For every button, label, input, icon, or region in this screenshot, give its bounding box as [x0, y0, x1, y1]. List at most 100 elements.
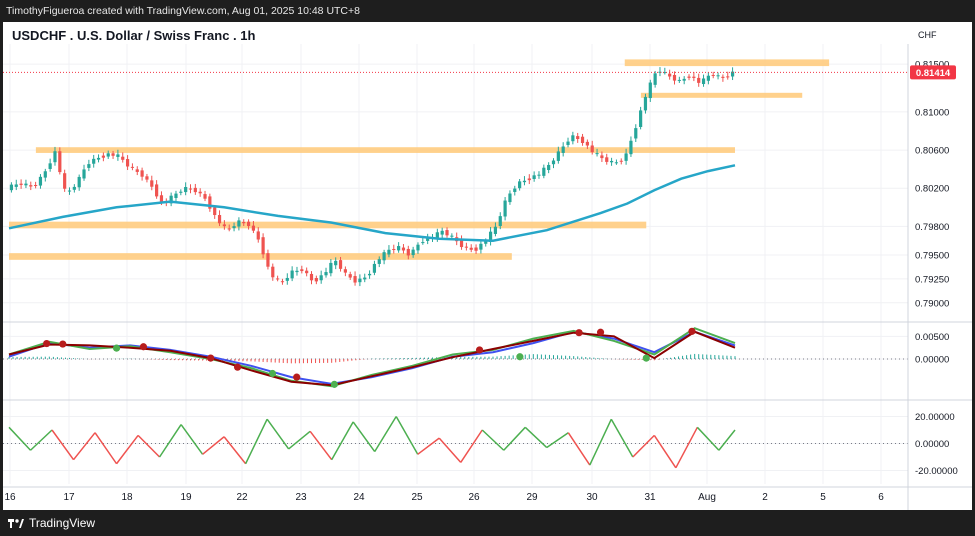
- candle-body[interactable]: [682, 78, 686, 81]
- candle-body[interactable]: [609, 160, 614, 163]
- candle-body[interactable]: [527, 178, 531, 181]
- candle-body[interactable]: [242, 221, 246, 224]
- candle-body[interactable]: [324, 272, 328, 276]
- candle-body[interactable]: [19, 183, 23, 185]
- candle-body[interactable]: [67, 190, 72, 192]
- candle-body[interactable]: [72, 186, 76, 190]
- candle-body[interactable]: [251, 225, 256, 231]
- candle-body[interactable]: [280, 281, 285, 283]
- candle-body[interactable]: [677, 79, 681, 81]
- candle-body[interactable]: [614, 162, 619, 164]
- candle-body[interactable]: [629, 140, 633, 155]
- candle-body[interactable]: [271, 266, 275, 278]
- candle-body[interactable]: [634, 128, 638, 139]
- candle-body[interactable]: [38, 176, 43, 186]
- candle-body[interactable]: [513, 188, 517, 192]
- candle-body[interactable]: [672, 74, 677, 81]
- candle-body[interactable]: [82, 169, 86, 179]
- candle-body[interactable]: [77, 176, 81, 188]
- candle-body[interactable]: [387, 249, 391, 255]
- candle-body[interactable]: [518, 181, 522, 189]
- candle-body[interactable]: [382, 252, 386, 261]
- candle-body[interactable]: [537, 174, 541, 176]
- candle-body[interactable]: [237, 220, 241, 227]
- candle-body[interactable]: [217, 215, 222, 224]
- candle-body[interactable]: [232, 226, 236, 229]
- candle-body[interactable]: [290, 270, 294, 279]
- candle-body[interactable]: [580, 136, 585, 144]
- candle-body[interactable]: [353, 276, 357, 283]
- candle-body[interactable]: [668, 73, 672, 77]
- candle-body[interactable]: [145, 176, 149, 180]
- candle-body[interactable]: [348, 274, 352, 278]
- candle-body[interactable]: [343, 269, 347, 273]
- candle-body[interactable]: [24, 183, 28, 186]
- candle-body[interactable]: [276, 278, 280, 280]
- candle-body[interactable]: [111, 153, 115, 156]
- candle-body[interactable]: [551, 160, 556, 165]
- candle-body[interactable]: [547, 164, 551, 171]
- candle-body[interactable]: [411, 249, 415, 256]
- candle-body[interactable]: [605, 157, 609, 162]
- candle-body[interactable]: [319, 275, 323, 281]
- candle-body[interactable]: [159, 195, 164, 202]
- candle-body[interactable]: [193, 187, 197, 193]
- candle-body[interactable]: [377, 259, 381, 264]
- candle-body[interactable]: [34, 185, 38, 187]
- candle-body[interactable]: [687, 76, 691, 78]
- candle-body[interactable]: [711, 74, 715, 76]
- candle-body[interactable]: [692, 76, 696, 78]
- candle-body[interactable]: [701, 78, 706, 85]
- candle-body[interactable]: [329, 262, 333, 274]
- candle-body[interactable]: [125, 159, 130, 167]
- candle-body[interactable]: [106, 153, 110, 157]
- candle-body[interactable]: [309, 273, 314, 281]
- candle-body[interactable]: [542, 167, 546, 176]
- candle-body[interactable]: [53, 151, 57, 163]
- candle-body[interactable]: [150, 180, 154, 187]
- candle-body[interactable]: [532, 175, 536, 179]
- candle-body[interactable]: [266, 253, 270, 267]
- candle-body[interactable]: [653, 73, 657, 85]
- candle-body[interactable]: [440, 230, 444, 235]
- candle-body[interactable]: [174, 193, 178, 198]
- candle-body[interactable]: [624, 153, 628, 161]
- candle-body[interactable]: [566, 141, 570, 145]
- candle-body[interactable]: [648, 82, 652, 99]
- candle-body[interactable]: [213, 207, 217, 216]
- candle-body[interactable]: [595, 153, 599, 155]
- candle-body[interactable]: [9, 184, 14, 191]
- candle-body[interactable]: [285, 277, 289, 281]
- candle-body[interactable]: [227, 228, 231, 230]
- candle-body[interactable]: [571, 135, 575, 142]
- candle-body[interactable]: [48, 163, 52, 169]
- chart-area[interactable]: 16 17 18 19 22 23 24 25 26 29 30 31 Aug 2 5 6 0.81500 0.8…: [3, 22, 972, 510]
- candle-body[interactable]: [479, 243, 483, 250]
- tradingview-brand[interactable]: TradingView: [8, 516, 95, 530]
- candle-body[interactable]: [295, 270, 299, 273]
- candle-body[interactable]: [96, 157, 101, 160]
- candle-body[interactable]: [363, 277, 367, 280]
- candle-body[interactable]: [508, 193, 512, 203]
- candle-body[interactable]: [716, 75, 720, 77]
- candle-body[interactable]: [121, 156, 125, 160]
- candle-body[interactable]: [29, 185, 33, 187]
- candle-body[interactable]: [92, 158, 96, 164]
- candle-body[interactable]: [300, 269, 304, 272]
- candle-body[interactable]: [116, 154, 120, 157]
- candle-body[interactable]: [338, 260, 343, 269]
- candle-body[interactable]: [305, 270, 309, 274]
- candle-body[interactable]: [198, 191, 202, 194]
- candle-body[interactable]: [314, 278, 318, 282]
- candle-body[interactable]: [697, 77, 701, 83]
- candle-body[interactable]: [179, 191, 183, 193]
- candle-body[interactable]: [367, 273, 372, 276]
- candle-body[interactable]: [658, 71, 662, 73]
- candle-body[interactable]: [43, 171, 47, 178]
- candle-body[interactable]: [155, 184, 159, 197]
- candle-body[interactable]: [188, 188, 193, 190]
- candle-body[interactable]: [334, 260, 338, 266]
- candle-body[interactable]: [445, 230, 449, 236]
- candle-body[interactable]: [706, 75, 710, 81]
- candle-body[interactable]: [474, 247, 478, 251]
